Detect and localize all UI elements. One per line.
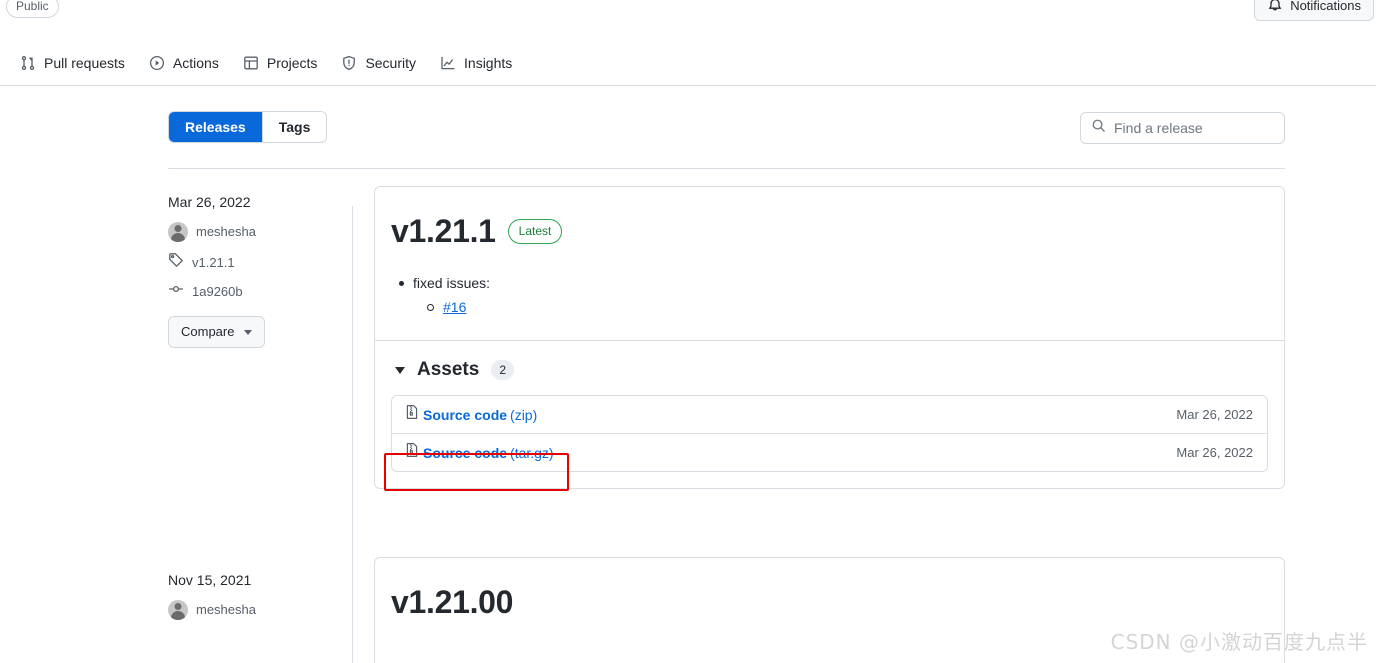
assets-section: Assets 2 Source code (zip) Mar 26, 2022 … xyxy=(375,340,1284,488)
commit-sha: 1a9260b xyxy=(192,283,243,299)
play-circle-icon xyxy=(149,55,165,71)
release-author[interactable]: meshesha xyxy=(168,600,338,620)
tag-icon xyxy=(168,252,184,273)
asset-date: Mar 26, 2022 xyxy=(1176,444,1253,460)
shield-icon xyxy=(341,55,357,71)
release-title[interactable]: v1.21.00 xyxy=(391,582,513,622)
tab-tags[interactable]: Tags xyxy=(262,112,327,142)
file-zip-icon xyxy=(404,442,420,463)
release-author[interactable]: meshesha xyxy=(168,222,338,242)
repo-visibility-badge: Public xyxy=(6,0,59,18)
tag-name: v1.21.1 xyxy=(192,254,235,270)
asset-link[interactable]: Source code (zip) xyxy=(404,404,537,425)
file-zip-icon xyxy=(404,404,420,425)
watermark-text: CSDN @小激动百度九点半 xyxy=(1110,630,1368,654)
release-title-row: v1.21.1 Latest xyxy=(391,211,1268,251)
asset-row[interactable]: Source code (tar.gz) Mar 26, 2022 xyxy=(392,433,1267,471)
asset-row[interactable]: Source code (zip) Mar 26, 2022 xyxy=(392,396,1267,433)
chevron-down-icon xyxy=(244,329,253,335)
releases-tags-switch: Releases Tags xyxy=(168,111,328,143)
release-title-row: v1.21.00 xyxy=(391,582,1268,622)
nav-item-security[interactable]: Security xyxy=(333,47,424,79)
nav-label: Projects xyxy=(266,54,318,71)
latest-badge: Latest xyxy=(507,218,563,244)
search-icon xyxy=(1091,118,1106,138)
releases-content: Releases Tags Mar 26, 2022 xyxy=(0,86,1376,663)
asset-name: Source code xyxy=(423,406,508,423)
nav-item-actions[interactable]: Actions xyxy=(141,47,227,79)
find-release-box[interactable] xyxy=(1080,112,1285,144)
commit-icon xyxy=(168,281,184,302)
release-date: Nov 15, 2021 xyxy=(168,572,252,588)
note-text: fixed issues: xyxy=(413,275,491,291)
nav-item-pull-requests[interactable]: Pull requests xyxy=(12,47,133,79)
author-name: meshesha xyxy=(196,224,256,239)
assets-header[interactable]: Assets 2 xyxy=(391,357,1268,383)
nav-label: Pull requests xyxy=(44,54,125,71)
nav-item-projects[interactable]: Projects xyxy=(235,47,326,79)
avatar xyxy=(168,600,188,620)
asset-name: Source code xyxy=(423,444,508,461)
avatar xyxy=(168,222,188,242)
release-note-item: fixed issues: #16 xyxy=(399,273,1268,318)
release-note-subitem: #16 xyxy=(427,297,1268,318)
tab-releases[interactable]: Releases xyxy=(169,112,262,142)
assets-count-badge: 2 xyxy=(491,360,515,380)
release-body: v1.21.1 Latest fixed issues: #16 xyxy=(375,187,1284,340)
compare-button[interactable]: Compare xyxy=(168,316,266,348)
author-name: meshesha xyxy=(196,602,256,617)
asset-ext: (tar.gz) xyxy=(510,444,554,461)
assets-title: Assets xyxy=(417,359,480,380)
nav-label: Security xyxy=(365,54,417,71)
release-meta: Nov 15, 2021 meshesha xyxy=(168,570,338,620)
asset-ext: (zip) xyxy=(510,406,538,423)
releases-toolbar: Releases Tags xyxy=(168,111,1285,169)
nav-label: Insights xyxy=(464,54,513,71)
table-grid-icon xyxy=(243,55,259,71)
nav-label: Actions xyxy=(172,54,219,71)
triangle-down-icon xyxy=(395,366,405,374)
release-commit[interactable]: 1a9260b xyxy=(168,281,338,302)
release-meta: Mar 26, 2022 meshesha v1.21.1 1a9260b Co… xyxy=(168,192,338,348)
git-pull-request-icon xyxy=(20,55,36,71)
github-releases-page: Public Notifications Pull requests Actio… xyxy=(0,0,1376,663)
issue-link[interactable]: #16 xyxy=(443,299,466,315)
asset-date: Mar 26, 2022 xyxy=(1176,406,1253,422)
bell-icon xyxy=(1267,0,1283,14)
release-title[interactable]: v1.21.1 xyxy=(391,211,496,251)
release-card: v1.21.1 Latest fixed issues: #16 Assets … xyxy=(374,186,1285,489)
search-input[interactable] xyxy=(1114,120,1274,136)
release-notes: fixed issues: #16 xyxy=(391,273,1268,318)
notifications-label: Notifications xyxy=(1290,0,1361,13)
repo-nav: Pull requests Actions Projects Security … xyxy=(0,40,1376,86)
release-tag[interactable]: v1.21.1 xyxy=(168,252,338,273)
repo-header-strip: Public Notifications xyxy=(0,0,1376,38)
notifications-button[interactable]: Notifications xyxy=(1254,0,1374,21)
compare-label: Compare xyxy=(181,324,235,339)
assets-list: Source code (zip) Mar 26, 2022 Source co… xyxy=(391,395,1268,472)
release-date: Mar 26, 2022 xyxy=(168,194,251,210)
graph-line-icon xyxy=(440,55,456,71)
nav-item-insights[interactable]: Insights xyxy=(432,47,520,79)
timeline-line xyxy=(352,206,353,663)
asset-link[interactable]: Source code (tar.gz) xyxy=(404,442,554,463)
